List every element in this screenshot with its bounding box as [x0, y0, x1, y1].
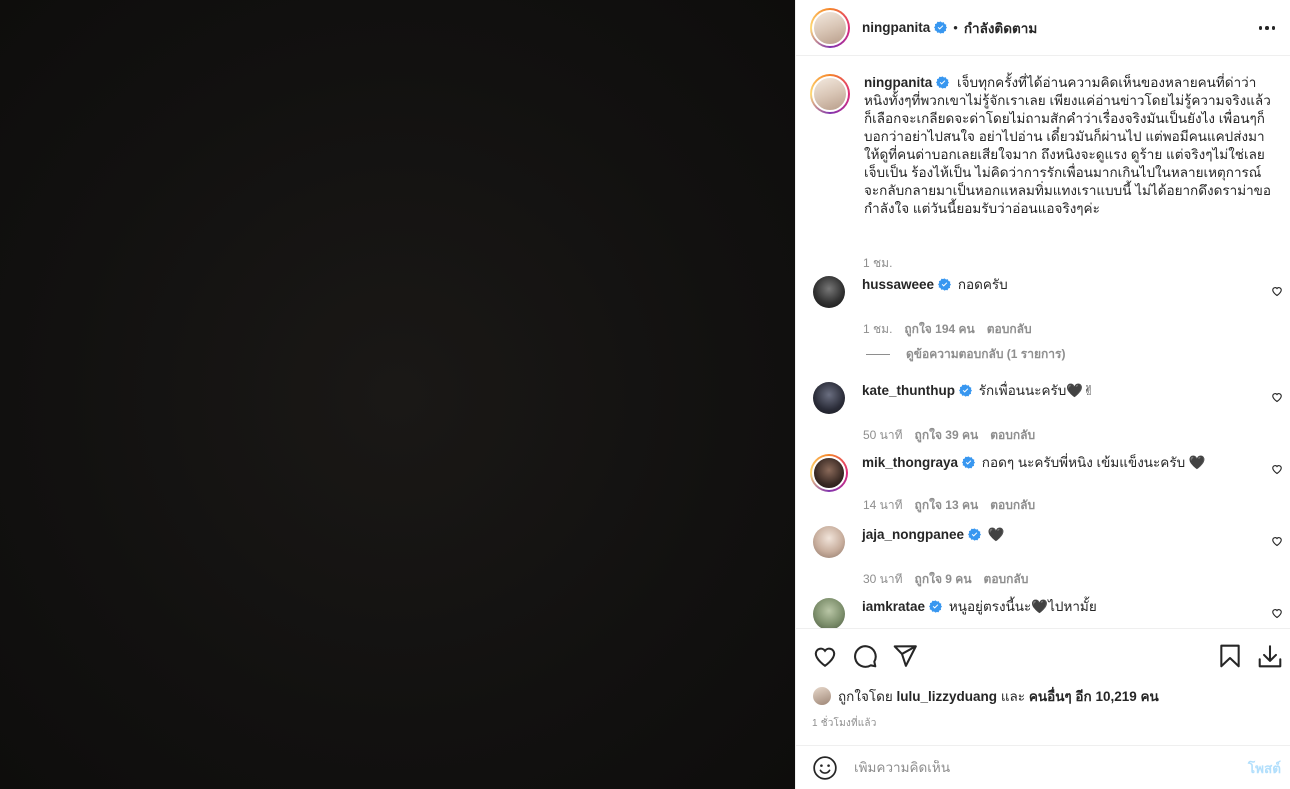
comment-username[interactable]: kate_thunthup — [862, 383, 955, 398]
instagram-post-view: ningpanita • กำลังติดตาม ningpanita เจ็บ… — [0, 0, 1290, 789]
comment-item: kate_thunthup รักเพื่อนนะครับ🖤✌ 50 นาที … — [813, 382, 1283, 445]
liked-by: ถูกใจโดย lulu_lizzyduang และ คนอื่นๆ อีก… — [812, 685, 1159, 707]
liker-avatar[interactable] — [812, 686, 832, 706]
comment-time: 14 นาที — [863, 498, 903, 512]
add-comment-input[interactable] — [854, 760, 1224, 775]
comment-text: รักเพื่อนนะครับ🖤✌ — [978, 383, 1095, 398]
comment-icon[interactable] — [852, 643, 878, 669]
bookmark-icon[interactable] — [1217, 643, 1243, 669]
comment-text: กอดๆ นะครับพี่หนิง เข้มแข็งนะครับ 🖤 — [981, 455, 1206, 470]
comment-item: hussaweee กอดครับ 1 ชม. ถูกใจ 194 คน ตอบ… — [813, 276, 1283, 339]
author-avatar[interactable] — [810, 7, 850, 48]
comment-like-icon[interactable] — [1271, 463, 1283, 475]
comment-like-icon[interactable] — [1271, 607, 1283, 619]
comment-likes[interactable]: ถูกใจ 13 คน — [915, 496, 979, 515]
caption-text: เจ็บทุกครั้งที่ได้อ่านความคิดเห็นของหลาย… — [864, 75, 1272, 216]
verified-icon — [929, 600, 943, 613]
verified-icon — [936, 76, 950, 89]
comment-likes[interactable]: ถูกใจ 194 คน — [904, 320, 974, 339]
verified-icon — [934, 21, 948, 34]
view-replies-button[interactable]: ดูข้อความตอบกลับ (1 รายการ) — [866, 345, 1065, 364]
commenter-avatar[interactable] — [813, 598, 845, 628]
comment-likes[interactable]: ถูกใจ 39 คน — [915, 426, 979, 445]
commenter-avatar[interactable] — [810, 454, 848, 492]
reply-button[interactable]: ตอบกลับ — [984, 570, 1029, 589]
author-username[interactable]: ningpanita — [862, 20, 930, 35]
comment-time: 50 นาที — [863, 428, 903, 442]
verified-icon — [968, 528, 982, 541]
verified-icon — [959, 384, 972, 397]
heart-icon[interactable] — [812, 643, 838, 669]
commenter-avatar[interactable] — [813, 382, 845, 414]
following-button[interactable]: กำลังติดตาม — [964, 17, 1037, 39]
post-comment-button[interactable]: โพสต์ — [1248, 757, 1281, 779]
caption-avatar[interactable] — [810, 74, 850, 114]
comment-likes[interactable]: ถูกใจ 9 คน — [915, 570, 972, 589]
comment-item: jaja_nongpanee 🖤 30 นาที ถูกใจ 9 คน ตอบก… — [813, 526, 1283, 589]
post-media[interactable] — [0, 0, 795, 789]
comment-text: กอดครับ — [957, 277, 1008, 292]
caption-time: 1 ชม. — [863, 256, 893, 270]
comment-time: 30 นาที — [863, 572, 903, 586]
liker-username[interactable]: lulu_lizzyduang — [897, 689, 998, 704]
replies-divider — [866, 354, 890, 355]
reply-button[interactable]: ตอบกลับ — [990, 426, 1035, 445]
header-separator: • — [953, 20, 958, 35]
comment-text: 🖤 — [987, 527, 1005, 542]
liked-by-and: และ — [1000, 689, 1026, 704]
emoji-icon[interactable] — [812, 755, 838, 781]
share-icon[interactable] — [892, 643, 918, 669]
comment-like-icon[interactable] — [1271, 535, 1283, 547]
reply-button[interactable]: ตอบกลับ — [987, 320, 1032, 339]
caption-username[interactable]: ningpanita — [864, 75, 932, 90]
post-actions: ถูกใจโดย lulu_lizzyduang และ คนอื่นๆ อีก… — [796, 628, 1290, 745]
comment-item: iamkratae หนูอยู่ตรงนี้นะ🖤ไปหามั้ย — [813, 598, 1283, 628]
comments-list[interactable]: ningpanita เจ็บทุกครั้งที่ได้อ่านความคิด… — [796, 57, 1290, 628]
commenter-avatar[interactable] — [813, 276, 845, 308]
comment-username[interactable]: iamkratae — [862, 599, 925, 614]
post-caption: ningpanita เจ็บทุกครั้งที่ได้อ่านความคิด… — [810, 74, 1280, 270]
view-replies-label: ดูข้อความตอบกลับ (1 รายการ) — [906, 347, 1066, 361]
comment-like-icon[interactable] — [1271, 391, 1283, 403]
add-comment-bar: โพสต์ — [796, 745, 1290, 789]
download-icon[interactable] — [1257, 643, 1283, 669]
post-timestamp[interactable]: 1 ชั่วโมงที่แล้ว — [812, 716, 877, 731]
commenter-avatar[interactable] — [813, 526, 845, 558]
post-side-panel: ningpanita • กำลังติดตาม ningpanita เจ็บ… — [795, 0, 1290, 789]
comment-like-icon[interactable] — [1271, 285, 1283, 297]
more-options-icon[interactable] — [1255, 16, 1279, 40]
post-header: ningpanita • กำลังติดตาม — [796, 0, 1290, 56]
comment-username[interactable]: mik_thongraya — [862, 455, 958, 470]
comment-username[interactable]: hussaweee — [862, 277, 934, 292]
liked-by-prefix: ถูกใจโดย — [838, 689, 893, 704]
comment-item: mik_thongraya กอดๆ นะครับพี่หนิง เข้มแข็… — [810, 454, 1283, 515]
verified-icon — [962, 456, 976, 469]
verified-icon — [938, 278, 952, 291]
comment-time: 1 ชม. — [863, 322, 893, 336]
liked-by-others[interactable]: คนอื่นๆ อีก 10,219 คน — [1029, 685, 1159, 707]
comment-text: หนูอยู่ตรงนี้นะ🖤ไปหามั้ย — [948, 599, 1097, 614]
reply-button[interactable]: ตอบกลับ — [990, 496, 1035, 515]
comment-username[interactable]: jaja_nongpanee — [862, 527, 964, 542]
